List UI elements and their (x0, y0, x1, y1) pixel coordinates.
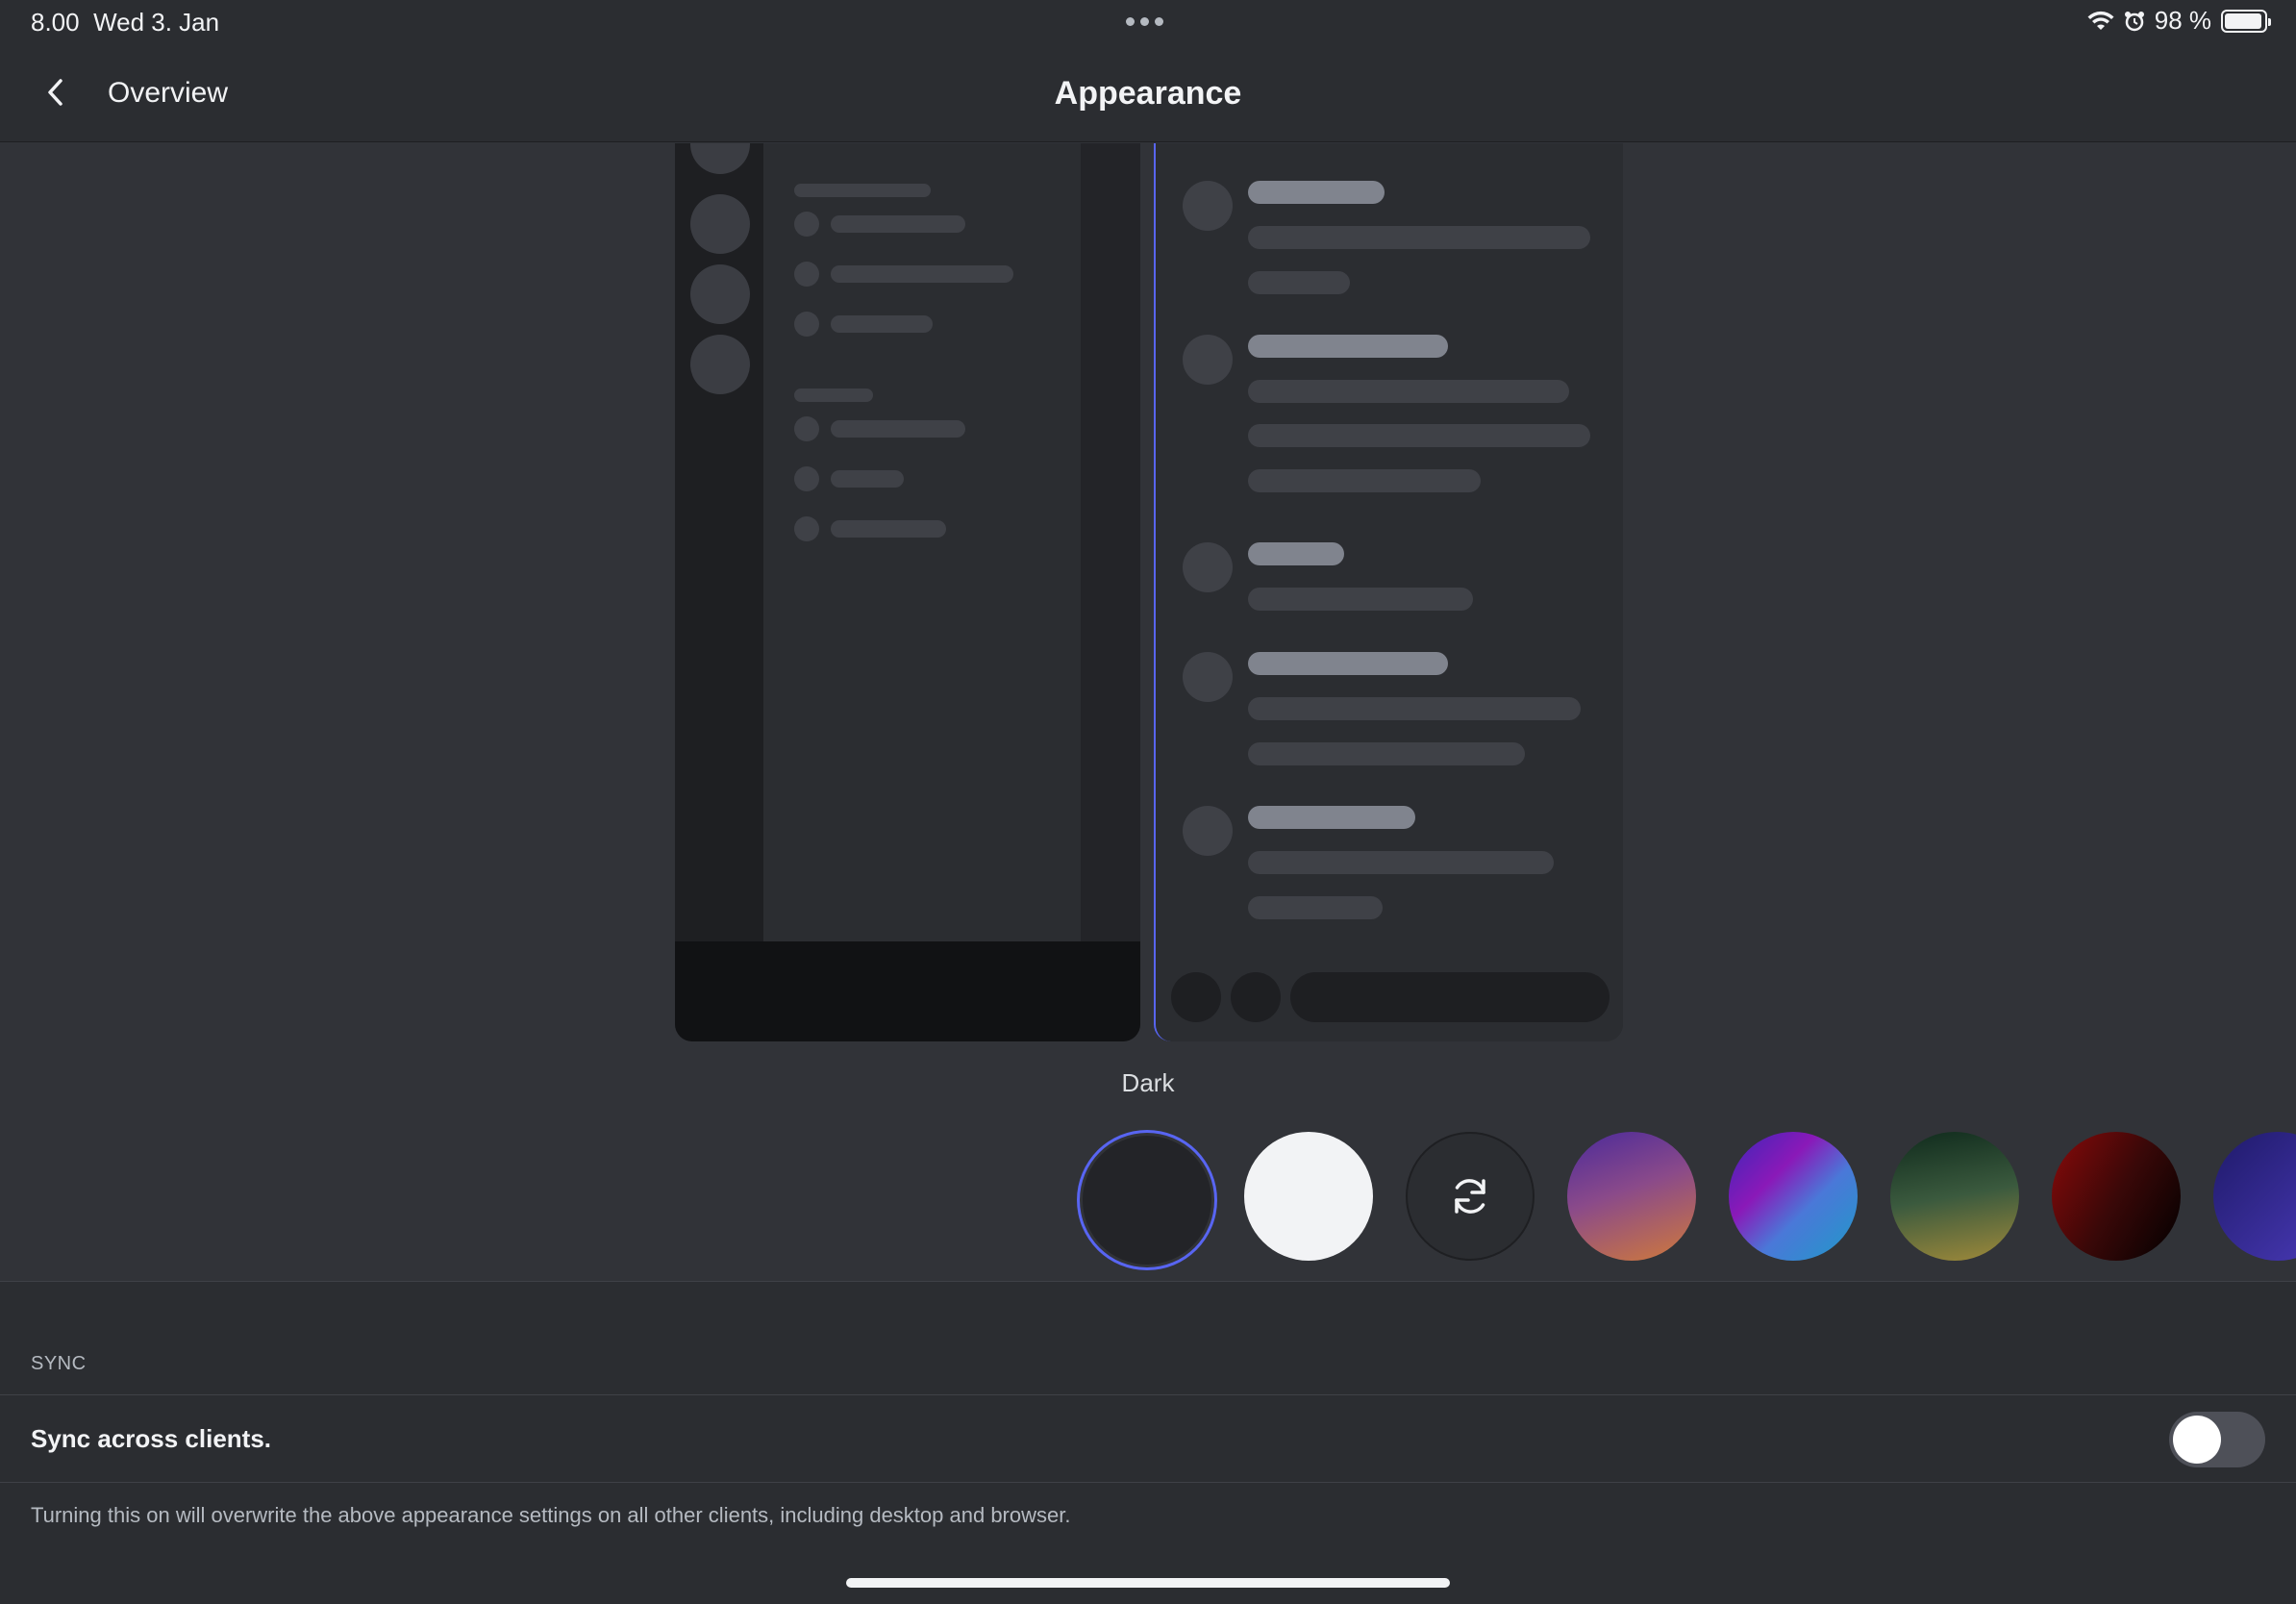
status-indicators: 98 % (2087, 6, 2271, 36)
preview-server-rail (675, 143, 763, 941)
theme-swatch-gradient-1[interactable] (1567, 1132, 1696, 1261)
sync-section: SYNC Sync across clients. Turning this o… (0, 1282, 2296, 1604)
sync-icon (1455, 1179, 1485, 1214)
sync-help-text: Turning this on will overwrite the above… (31, 1503, 1071, 1527)
battery-icon (2221, 9, 2271, 33)
wifi-icon (2087, 11, 2114, 30)
selected-theme-label: Dark (1121, 1068, 1175, 1097)
multitasking-dots-icon[interactable] (1126, 17, 1163, 26)
status-bar: 8.00 Wed 3. Jan 98 % (0, 0, 2296, 46)
status-time: 8.00 Wed 3. Jan (31, 8, 219, 38)
sync-toggle-label: Sync across clients. (31, 1424, 272, 1453)
preview-chat-pane (1154, 143, 1623, 1041)
preview-channel-list (763, 143, 1081, 941)
toggle-knob (2173, 1416, 2221, 1464)
appearance-screen: 8.00 Wed 3. Jan 98 % Overview Appearance… (0, 0, 2296, 1604)
theme-preview: Dark (0, 143, 2296, 1281)
alarm-icon (2124, 11, 2144, 31)
theme-swatch-sync[interactable] (1406, 1132, 1535, 1261)
page-title: Appearance (1054, 75, 1242, 112)
theme-swatch-light[interactable] (1244, 1132, 1373, 1261)
date: Wed 3. Jan (93, 8, 220, 37)
nav-header: Overview Appearance (0, 46, 2296, 142)
theme-swatch-gradient-5[interactable] (2213, 1132, 2296, 1261)
clock: 8.00 (31, 8, 80, 37)
theme-swatch-dark[interactable] (1083, 1136, 1211, 1265)
sync-row[interactable]: Sync across clients. (0, 1394, 2296, 1483)
theme-swatch-gradient-3[interactable] (1890, 1132, 2019, 1261)
sync-toggle[interactable] (2169, 1412, 2265, 1467)
preview-left-pane (675, 143, 1140, 1041)
preview-footer (675, 941, 1140, 1041)
theme-swatch-row (0, 1132, 2296, 1276)
battery-percent: 98 % (2154, 6, 2211, 35)
section-header-sync: SYNC (31, 1353, 87, 1374)
theme-swatch-gradient-4[interactable] (2052, 1132, 2181, 1261)
theme-swatch-gradient-2[interactable] (1729, 1132, 1858, 1261)
home-indicator[interactable] (846, 1578, 1450, 1588)
